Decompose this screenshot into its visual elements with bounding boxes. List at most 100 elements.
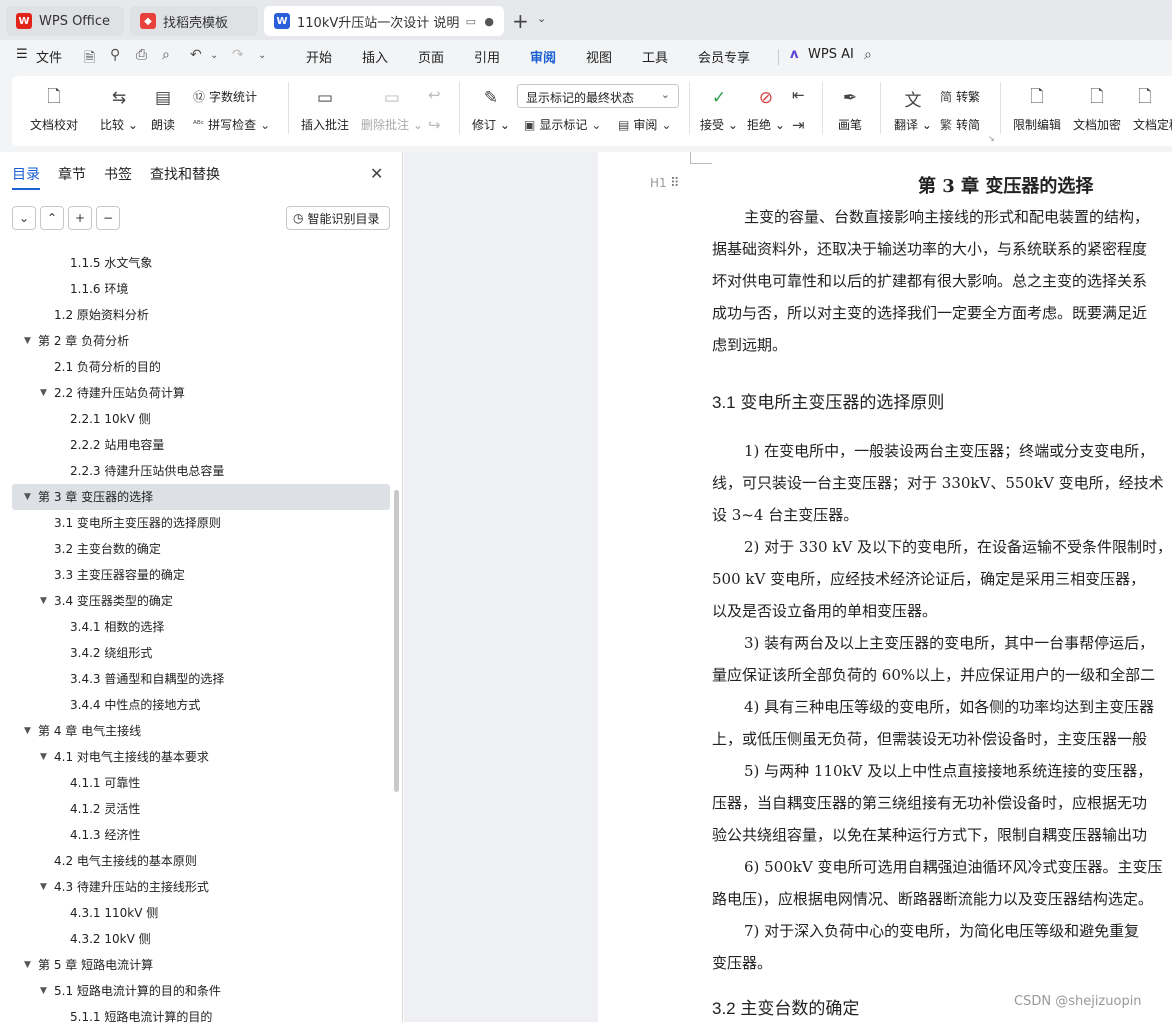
menu-wps-ai[interactable]: WPS AI — [808, 47, 854, 62]
next-comment-icon[interactable]: ↪ — [428, 116, 441, 134]
toc-item[interactable]: ▼ 3.4 变压器类型的确定 — [12, 588, 390, 614]
toc-item[interactable]: ▼ 第 2 章 负荷分析 — [12, 328, 390, 354]
redo-icon[interactable]: ↷ — [232, 47, 244, 63]
toc-item[interactable]: 3.4.1 相数的选择 — [12, 614, 390, 640]
chevron-down-icon[interactable]: ⌄ — [537, 12, 546, 25]
expand-triangle-icon[interactable]: ▼ — [40, 874, 47, 900]
toc-scrollbar[interactable] — [394, 490, 399, 792]
menu-start[interactable]: 开始 — [306, 47, 332, 66]
expand-triangle-icon[interactable]: ▼ — [24, 718, 31, 744]
nav-tab-find-replace[interactable]: 查找和替换 — [150, 164, 220, 184]
show-markup-button[interactable]: ▣ 显示标记 ⌄ — [524, 116, 601, 133]
chevron-down-icon[interactable]: ⌄ — [12, 206, 36, 230]
menu-review[interactable]: 审阅 — [530, 47, 556, 74]
document-page[interactable]: H1 ⠿ 第 3 章 变压器的选择 主变的容量、台数直接影响主接线的形式和配电装… — [598, 152, 1172, 1022]
toc-item[interactable]: ▼ 2.2 待建升压站负荷计算 — [12, 380, 390, 406]
expand-triangle-icon[interactable]: ▼ — [40, 744, 47, 770]
track-changes-button[interactable]: ✎ 修订 ⌄ — [472, 86, 510, 133]
close-icon[interactable]: ✕ — [370, 164, 383, 183]
toc-item[interactable]: 4.1.1 可靠性 — [12, 770, 390, 796]
tab-docer-templates[interactable]: ◆ 找稻壳模板 — [130, 6, 258, 36]
toc-item[interactable]: 3.4.3 普通型和自耦型的选择 — [12, 666, 390, 692]
print-icon[interactable]: ⎙ — [136, 47, 147, 63]
toc-item[interactable]: 4.2 电气主接线的基本原则 — [12, 848, 390, 874]
toc-item[interactable]: 4.3.2 10kV 侧 — [12, 926, 390, 952]
toc-item[interactable]: 3.1 变电所主变压器的选择原则 — [12, 510, 390, 536]
expand-triangle-icon[interactable]: ▼ — [24, 484, 31, 510]
nav-tab-toc[interactable]: 目录 — [12, 164, 40, 190]
markup-state-select[interactable]: 显示标记的最终状态 ⌄ — [517, 84, 679, 108]
toc-item[interactable]: 3.3 主变压器容量的确定 — [12, 562, 390, 588]
undo-icon[interactable]: ↶ — [190, 47, 202, 63]
toc-item[interactable]: 4.1.2 灵活性 — [12, 796, 390, 822]
expand-triangle-icon[interactable]: ▼ — [40, 588, 47, 614]
insert-comment-button[interactable]: ▭ 插入批注 — [301, 86, 349, 133]
word-count-button[interactable]: ⑫ 字数统计 — [193, 88, 257, 105]
toc-item[interactable]: 1.2 原始资料分析 — [12, 302, 390, 328]
toc-item[interactable]: 3.4.4 中性点的接地方式 — [12, 692, 390, 718]
next-change-icon[interactable]: ⇥ — [792, 116, 805, 134]
toc-item[interactable]: 2.2.3 待建升压站供电总容量 — [12, 458, 390, 484]
wps-ai-icon[interactable]: ʌ — [790, 47, 798, 62]
undo-dropdown-icon[interactable]: ⌄ — [210, 50, 218, 61]
toc-item[interactable]: ▼ 第 3 章 变压器的选择 — [12, 484, 390, 510]
hamburger-icon[interactable]: ☰ — [16, 47, 28, 62]
toc-item[interactable]: 2.2.2 站用电容量 — [12, 432, 390, 458]
toc-item[interactable]: ▼ 4.3 待建升压站的主接线形式 — [12, 874, 390, 900]
read-aloud-button[interactable]: ▤ 朗读 — [151, 86, 175, 133]
spell-check-button[interactable]: ᴬᴮᶜ 拼写检查 ⌄ — [193, 116, 270, 133]
toc-item[interactable]: ▼ 第 5 章 短路电流计算 — [12, 952, 390, 978]
smart-toc-button[interactable]: ◷ 智能识别目录 — [286, 206, 390, 230]
expand-triangle-icon[interactable]: ▼ — [40, 380, 47, 406]
toc-item[interactable]: ▼ 5.1 短路电流计算的目的和条件 — [12, 978, 390, 1004]
menu-tools[interactable]: 工具 — [642, 47, 668, 66]
delete-comment-button[interactable]: ▭ 删除批注 ⌄ — [361, 86, 423, 133]
pen-button[interactable]: ✒ 画笔 — [838, 86, 862, 133]
doc-check-button[interactable]: 🗋 文档校对 — [30, 86, 78, 133]
tab-document[interactable]: W 110kV升压站一次设计 说明书 ▭ ● — [264, 6, 504, 36]
expand-triangle-icon[interactable]: ▼ — [24, 952, 31, 978]
toc-item[interactable]: 2.2.1 10kV 侧 — [12, 406, 390, 432]
toc-item[interactable]: ▼ 4.1 对电气主接线的基本要求 — [12, 744, 390, 770]
translate-button[interactable]: 文 翻译 ⌄ — [894, 86, 932, 133]
review-pane-button[interactable]: ▤ 审阅 ⌄ — [618, 116, 671, 133]
add-heading-icon[interactable]: + — [68, 206, 92, 230]
toc-item[interactable]: 2.1 负荷分析的目的 — [12, 354, 390, 380]
monitor-icon[interactable]: ▭ — [466, 15, 476, 28]
to-simplified-button[interactable]: 繁 转简 — [940, 116, 980, 133]
toc-item[interactable]: 3.2 主变台数的确定 — [12, 536, 390, 562]
encrypt-button[interactable]: 🗋 文档加密 — [1073, 86, 1121, 133]
save-icon[interactable]: 🗎 — [84, 47, 95, 71]
accept-button[interactable]: ✓ 接受 ⌄ — [700, 86, 738, 133]
toc-item[interactable]: 3.4.2 绕组形式 — [12, 640, 390, 666]
toc-item[interactable]: ▼ 第 4 章 电气主接线 — [12, 718, 390, 744]
menu-file[interactable]: 文件 — [36, 47, 62, 66]
expand-triangle-icon[interactable]: ▼ — [24, 328, 31, 354]
remove-heading-icon[interactable]: − — [96, 206, 120, 230]
prev-change-icon[interactable]: ⇤ — [792, 86, 805, 104]
toc-item[interactable]: 4.3.1 110kV 侧 — [12, 900, 390, 926]
toc-item[interactable]: 1.1.6 环境 — [12, 276, 390, 302]
finalize-button[interactable]: 🗋 文档定稿 — [1133, 86, 1172, 133]
tab-close-dot-icon[interactable]: ● — [484, 15, 494, 28]
menu-insert[interactable]: 插入 — [362, 47, 388, 66]
new-tab-plus-icon[interactable]: + — [512, 9, 529, 33]
compare-button[interactable]: ⇆ 比较 ⌄ — [100, 86, 138, 133]
more-chevron-icon[interactable]: ⌄ — [258, 50, 266, 61]
nav-tab-bookmarks[interactable]: 书签 — [104, 164, 132, 184]
search-icon[interactable]: ⌕ — [864, 47, 872, 63]
nav-tab-sections[interactable]: 章节 — [58, 164, 86, 184]
toc-item[interactable]: 5.1.1 短路电流计算的目的 — [12, 1004, 390, 1030]
toc-item[interactable]: 1.1.5 水文气象 — [12, 250, 390, 276]
share-icon[interactable]: ⚲ — [110, 47, 120, 63]
menu-view[interactable]: 视图 — [586, 47, 612, 66]
tab-wps-office[interactable]: W WPS Office — [6, 6, 124, 36]
prev-comment-icon[interactable]: ↩ — [428, 86, 441, 104]
menu-page[interactable]: 页面 — [418, 47, 444, 66]
reject-button[interactable]: ⊘ 拒绝 ⌄ — [747, 86, 785, 133]
restrict-edit-button[interactable]: 🗋 限制编辑 — [1013, 86, 1061, 133]
toc-item[interactable]: 4.1.3 经济性 — [12, 822, 390, 848]
group-launcher-icon[interactable]: ↘ — [988, 134, 995, 143]
menu-reference[interactable]: 引用 — [474, 47, 500, 66]
to-traditional-button[interactable]: 简 转繁 — [940, 88, 980, 105]
